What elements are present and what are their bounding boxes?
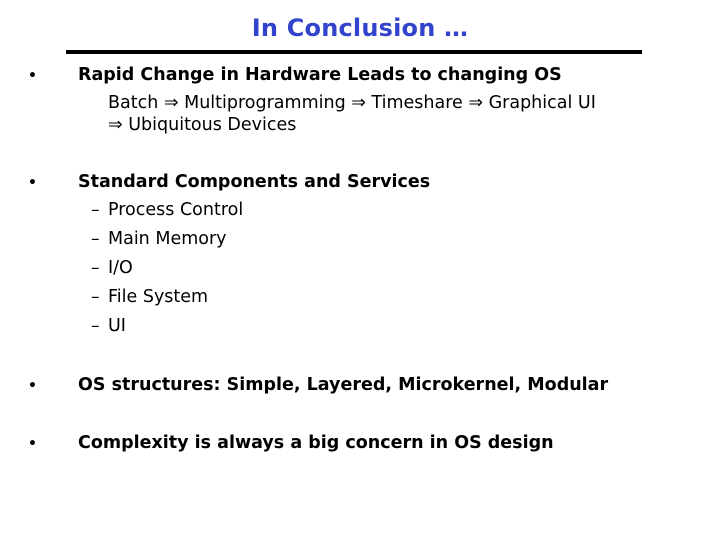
dash-icon: – bbox=[91, 229, 100, 249]
sub-item-label: I/O bbox=[108, 258, 133, 278]
bullet-heading: OS structures: Simple, Layered, Microker… bbox=[78, 375, 609, 395]
sub-item-label: Main Memory bbox=[108, 229, 227, 249]
bullet-icon: • bbox=[28, 378, 37, 394]
bullet-detail-line: Batch ⇒ Multiprogramming ⇒ Timeshare ⇒ G… bbox=[108, 93, 596, 113]
dash-icon: – bbox=[91, 258, 100, 278]
sub-item-label: File System bbox=[108, 287, 209, 307]
dash-icon: – bbox=[91, 287, 100, 307]
dash-icon: – bbox=[91, 316, 100, 336]
bullet-heading: Standard Components and Services bbox=[78, 172, 431, 192]
bullet-detail-line: ⇒ Ubiquitous Devices bbox=[108, 115, 297, 135]
sub-item-label: UI bbox=[108, 316, 126, 336]
bullet-heading: Complexity is always a big concern in OS… bbox=[78, 433, 554, 453]
bullet-icon: • bbox=[28, 175, 37, 191]
bullet-icon: • bbox=[28, 68, 37, 84]
bullet-heading: Rapid Change in Hardware Leads to changi… bbox=[78, 65, 562, 85]
bullet-icon: • bbox=[28, 436, 37, 452]
slide-title: In Conclusion … bbox=[251, 14, 469, 42]
dash-icon: – bbox=[91, 200, 100, 220]
sub-item-label: Process Control bbox=[108, 200, 244, 220]
title-underline-divider bbox=[66, 50, 642, 54]
